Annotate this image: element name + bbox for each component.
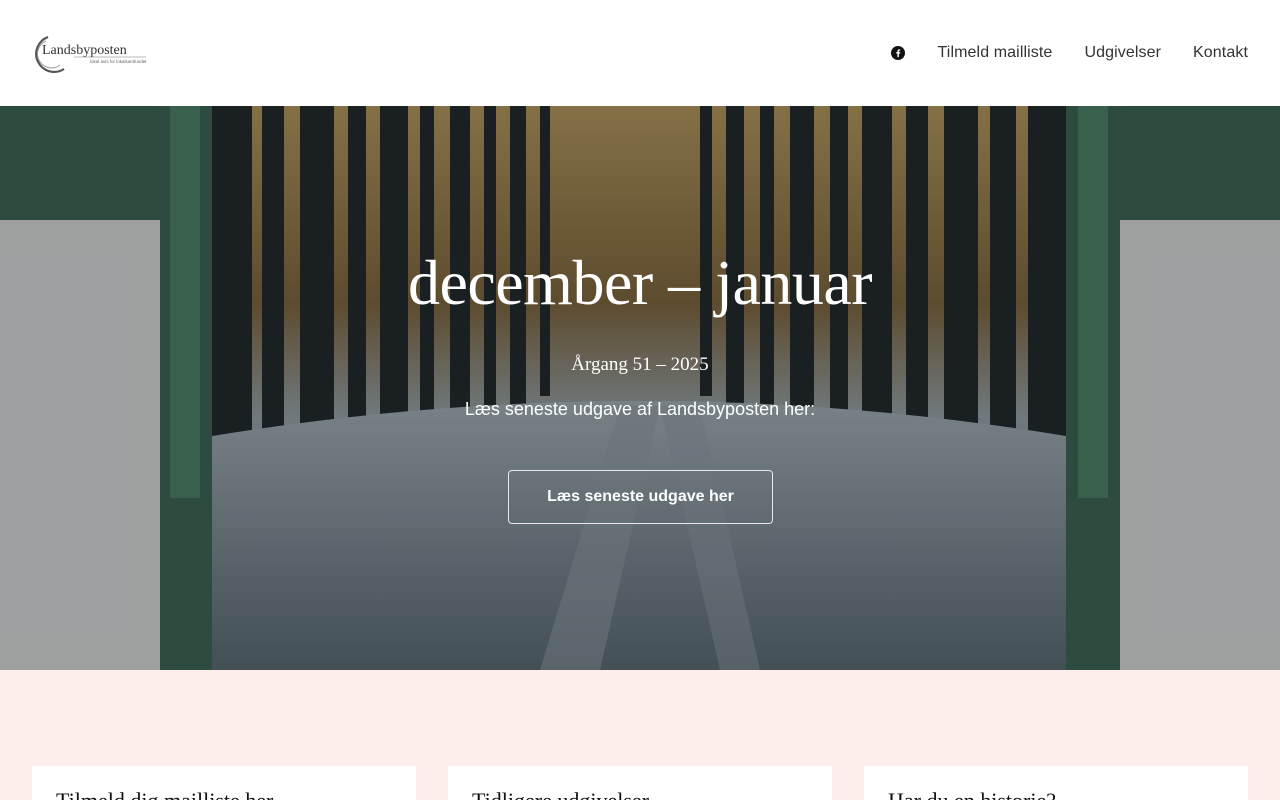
site-logo[interactable]: Landsbyposten lokal avis for lokalsamfun… — [34, 28, 148, 78]
logo-text: Landsbyposten — [42, 43, 127, 58]
card-title: Har du en historie? — [888, 788, 1056, 800]
hero-content: december – januar Årgang 51 – 2025 Læs s… — [0, 106, 1280, 670]
card-udgivelser[interactable]: Tidligere udgivelser — [448, 766, 832, 800]
nav-item-mailliste[interactable]: Tilmeld mailliste — [938, 44, 1053, 62]
main-nav: Tilmeld mailliste Udgivelser Kontakt — [890, 44, 1248, 62]
nav-item-kontakt[interactable]: Kontakt — [1193, 44, 1248, 62]
hero-subtitle: Årgang 51 – 2025 — [571, 354, 709, 375]
site-header: Landsbyposten lokal avis for lokalsamfun… — [0, 0, 1280, 106]
nav-item-udgivelser[interactable]: Udgivelser — [1084, 44, 1161, 62]
facebook-icon[interactable] — [890, 45, 906, 61]
read-latest-issue-button[interactable]: Læs seneste udgave her — [508, 470, 773, 524]
cards-section: Tilmeld dig mailliste her Tidligere udgi… — [0, 670, 1280, 800]
card-mailliste[interactable]: Tilmeld dig mailliste her — [32, 766, 416, 800]
logo-tagline: lokal avis for lokalsamfundet — [90, 59, 147, 64]
hero-section: december – januar Årgang 51 – 2025 Læs s… — [0, 106, 1280, 670]
hero-title: december – januar — [407, 247, 873, 318]
logo-image: Landsbyposten lokal avis for lokalsamfun… — [35, 35, 147, 73]
card-title: Tilmeld dig mailliste her — [56, 788, 273, 800]
card-title: Tidligere udgivelser — [472, 788, 649, 800]
card-historie[interactable]: Har du en historie? — [864, 766, 1248, 800]
hero-lead-text: Læs seneste udgave af Landsbyposten her: — [464, 399, 816, 419]
